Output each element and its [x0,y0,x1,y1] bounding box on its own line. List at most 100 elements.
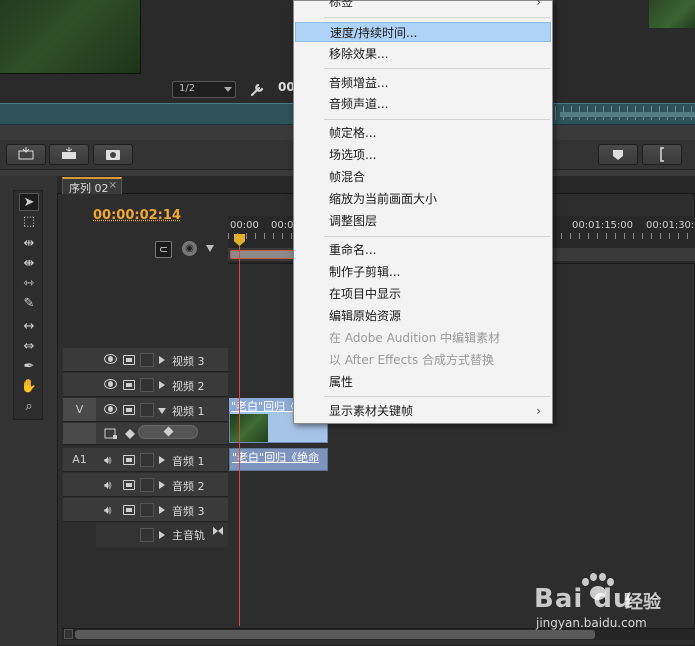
ripple-edit-tool-icon[interactable]: ⇹ [19,235,39,253]
menu-item-frame-blend[interactable]: 帧混合 [295,167,551,187]
menu-item-make-subclip[interactable]: 制作子剪辑... [295,262,551,282]
audio-clip[interactable]: "老白"回归《绝命 [229,448,328,471]
watermark-url: jingyan.baidu.com [536,616,647,630]
menu-item-audio-channels[interactable]: 音频声道... [295,94,551,114]
expand-triangle-icon[interactable] [159,481,165,489]
lock-toggle[interactable] [140,378,154,392]
add-marker-button[interactable] [598,144,638,165]
ruler-label: 00:01:15:00 [572,220,633,231]
zoom-tool-icon[interactable]: ⌕ [19,398,39,416]
menu-item-adjustment-layer[interactable]: 调整图层 [295,211,551,231]
zoom-track[interactable] [560,112,695,117]
menu-item-label[interactable]: 标签 › [295,0,551,12]
selection-tool-icon[interactable]: ➤ [19,193,39,211]
menu-item-edit-original[interactable]: 编辑原始资源 [295,306,551,326]
expand-triangle-icon[interactable] [159,506,165,514]
track-header-audio-1: 🔊︎ 音频 1 [96,448,228,472]
menu-item-scale-to-frame[interactable]: 缩放为当前画面大小 [295,189,551,209]
resolution-value: 1/2 [179,83,195,94]
slip-tool-icon[interactable]: ↔ [19,318,39,336]
work-area-handle[interactable] [230,250,300,259]
track-name: 视频 2 [172,378,205,394]
menu-item-remove-effects[interactable]: 移除效果... [295,44,551,64]
expand-triangle-icon[interactable] [159,531,165,539]
lock-toggle[interactable] [140,503,154,517]
track-target-cell[interactable]: A1 [63,448,96,472]
lock-toggle[interactable] [140,353,154,367]
tab-sequence[interactable]: 序列 02 × [62,177,122,194]
overlay-button[interactable] [49,144,89,165]
film-icon[interactable] [123,355,135,365]
track-target-cell[interactable] [63,348,96,372]
hand-tool-icon[interactable]: ✋ [19,378,39,396]
watermark-brand-cn: 经验 [625,588,661,614]
eye-icon[interactable] [104,379,117,389]
menu-item-reveal-in-project[interactable]: 在项目中显示 [295,284,551,304]
chevron-down-icon [224,87,232,92]
mark-in-button[interactable] [642,144,682,165]
expand-triangle-icon[interactable] [159,456,165,464]
resolution-select[interactable]: 1/2 [172,81,236,98]
menu-item-field-options[interactable]: 场选项... [295,145,551,165]
source-monitor-frame [0,0,141,74]
menu-item-audio-gain[interactable]: 音频增益... [295,73,551,93]
keyframe-diamond-icon[interactable] [164,427,174,437]
insert-button[interactable] [6,144,46,165]
slide-tool-icon[interactable]: ⇔ [19,338,39,356]
menu-item-rename[interactable]: 重命名... [295,240,551,260]
tab-sequence-label: 序列 02 [69,182,109,195]
scrollbar-thumb[interactable] [75,630,595,639]
razor-tool-icon[interactable]: ✎ [19,295,39,313]
eye-icon[interactable] [104,404,117,414]
menu-item-show-clip-keyframes[interactable]: 显示素材关键帧 › [295,401,551,421]
menu-item-speed-duration[interactable]: 速度/持续时间... [295,22,551,42]
speaker-icon[interactable]: 🔊︎ [104,504,112,516]
expand-triangle-icon[interactable] [159,381,165,389]
sequence-timecode[interactable]: 00:00:02:14 [93,208,181,223]
submenu-arrow-icon: › [536,401,541,421]
lock-toggle[interactable] [140,453,154,467]
film-icon[interactable] [123,480,135,490]
track-target-cell[interactable] [63,498,96,522]
track-target-cell[interactable] [63,373,96,397]
scroll-left-handle[interactable] [64,629,73,639]
collapse-triangle-icon[interactable] [158,408,166,414]
menu-separator [324,396,550,397]
lock-toggle[interactable] [140,528,154,542]
submenu-arrow-icon: › [536,0,541,12]
track-target-cell[interactable] [63,473,96,497]
ruler-label: 00:00 [230,220,259,231]
track-name: 音频 2 [172,478,205,494]
wrench-icon[interactable] [249,81,267,98]
set-encore-marker-icon[interactable]: ◉ [182,241,197,256]
close-icon[interactable]: × [109,180,117,191]
film-icon[interactable] [123,455,135,465]
track-target-cell[interactable]: V [63,398,96,422]
baidu-watermark: Bai du 经验 jingyan.baidu.com [530,566,695,646]
marker-icon[interactable] [206,245,214,252]
speaker-icon[interactable]: 🔊︎ [104,479,112,491]
track-header-audio-3: 🔊︎ 音频 3 [96,498,228,522]
keyframe-icon[interactable] [124,428,136,440]
display-style-icon[interactable] [104,427,118,440]
export-frame-button[interactable] [93,144,133,165]
program-monitor-frame [649,0,695,28]
speaker-icon[interactable]: 🔊︎ [104,454,112,466]
rate-stretch-tool-icon[interactable]: ⇿ [19,275,39,293]
keyframe-navigator[interactable] [138,425,198,439]
menu-separator [324,17,550,18]
film-icon[interactable] [123,405,135,415]
expand-triangle-icon[interactable] [159,356,165,364]
menu-item-properties[interactable]: 属性 [295,372,551,392]
menu-item-frame-hold[interactable]: 帧定格... [295,123,551,143]
track-select-tool-icon[interactable]: ⬚ [19,213,39,231]
track-name: 视频 3 [172,353,205,369]
pen-tool-icon[interactable]: ✒ [19,358,39,376]
film-icon[interactable] [123,380,135,390]
snap-icon[interactable]: ⊂ [155,241,172,258]
eye-icon[interactable] [104,354,117,364]
film-icon[interactable] [123,505,135,515]
lock-toggle[interactable] [140,403,154,417]
lock-toggle[interactable] [140,478,154,492]
rolling-edit-tool-icon[interactable]: ⇼ [19,255,39,273]
